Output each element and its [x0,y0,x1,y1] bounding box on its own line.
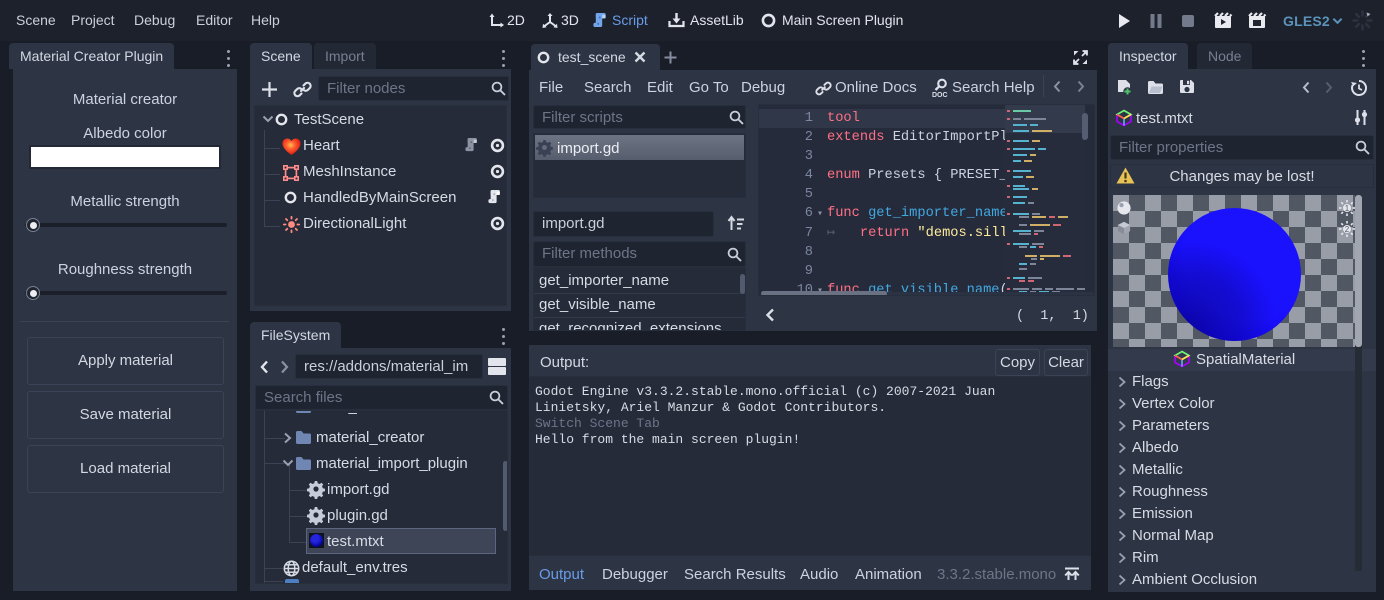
svg-text:2: 2 [1345,225,1350,234]
svg-text:DOC: DOC [932,92,948,99]
svg-text:1: 1 [1345,204,1350,213]
